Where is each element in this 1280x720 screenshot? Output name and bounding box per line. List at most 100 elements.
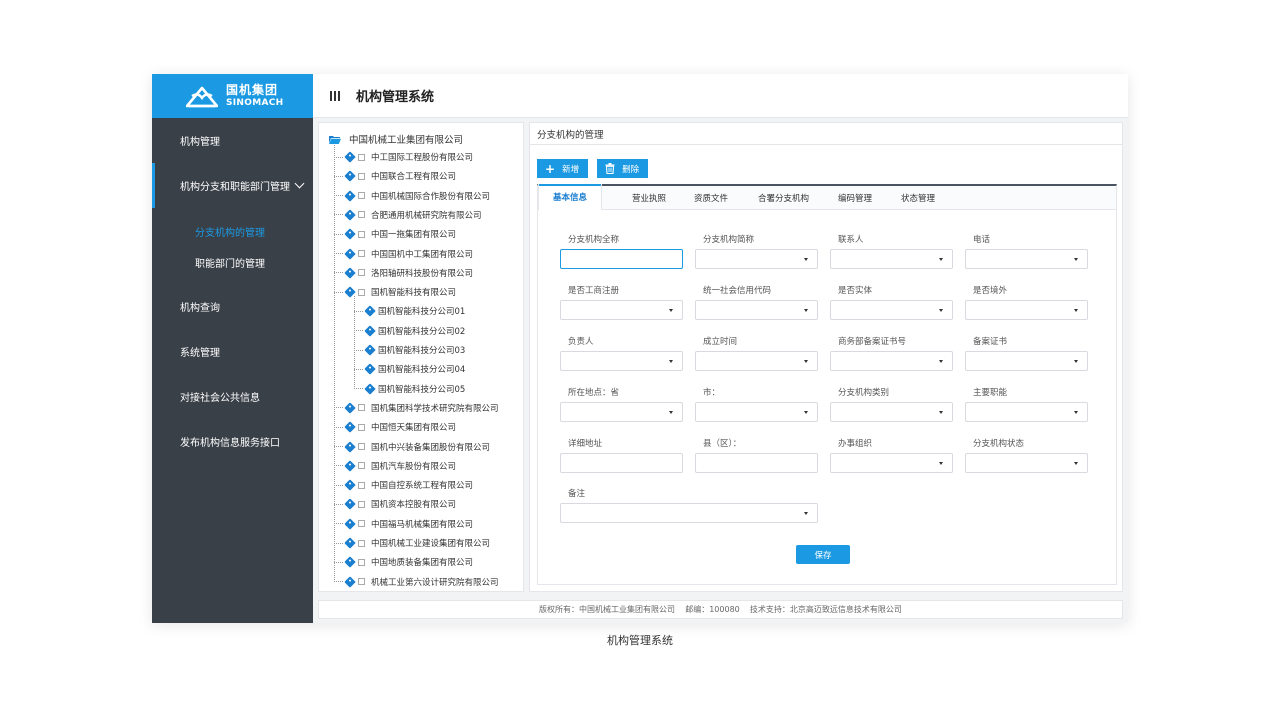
tree-node[interactable]: 国机中兴装备集团股份有限公司 (334, 439, 490, 455)
select-dropdown[interactable] (560, 503, 818, 523)
menu-toggle-icon[interactable] (330, 90, 340, 101)
node-checkbox[interactable] (358, 423, 365, 431)
sidebar-item-label: 发布机构信息服务接口 (180, 438, 280, 449)
sidebar-item-org-query[interactable]: 机构查询 (152, 284, 313, 329)
node-checkbox[interactable] (358, 443, 365, 450)
select-dropdown[interactable] (830, 300, 953, 320)
field-label: 联系人 (838, 235, 864, 245)
select-dropdown[interactable] (560, 402, 683, 422)
node-checkbox[interactable] (358, 520, 365, 528)
tab-code-management[interactable]: 编码管理 (838, 186, 872, 210)
tree-connector (334, 523, 343, 525)
tree-node[interactable]: 国机汽车股份有限公司 (334, 458, 456, 474)
tree-connector (334, 503, 343, 505)
delete-button[interactable]: 删除 (597, 159, 649, 178)
node-checkbox[interactable] (358, 192, 365, 200)
text-input[interactable] (560, 249, 683, 269)
node-checkbox[interactable] (358, 288, 365, 296)
select-dropdown[interactable] (965, 300, 1088, 320)
node-checkbox[interactable] (358, 230, 365, 238)
tree-node[interactable]: 国机智能科技有限公司 (334, 284, 456, 300)
node-checkbox[interactable] (358, 172, 365, 180)
select-dropdown[interactable] (695, 300, 818, 320)
tree-node[interactable]: 中国自控系统工程有限公司 (334, 477, 473, 493)
node-checkbox[interactable] (358, 269, 365, 277)
select-dropdown[interactable] (695, 351, 818, 371)
tab-qualification-docs[interactable]: 资质文件 (694, 186, 728, 210)
tree-node[interactable]: 中国机械工业建设集团有限公司 (334, 535, 490, 551)
node-checkbox[interactable] (358, 500, 365, 508)
tag-icon (344, 267, 356, 279)
sidebar-item-publish-api[interactable]: 发布机构信息服务接口 (152, 419, 313, 464)
select-dropdown[interactable] (695, 402, 818, 422)
node-checkbox[interactable] (358, 404, 365, 412)
node-checkbox[interactable] (358, 578, 365, 586)
select-dropdown[interactable] (830, 453, 953, 473)
select-dropdown[interactable] (830, 351, 953, 371)
node-checkbox[interactable] (358, 211, 365, 219)
tab-basic-info[interactable]: 基本信息 (538, 184, 602, 210)
tree-node[interactable]: 国机资本控股有限公司 (334, 496, 456, 512)
node-checkbox[interactable] (358, 462, 365, 470)
tab-label: 状态管理 (901, 194, 936, 204)
toolbar: + 新增 删除 (537, 159, 649, 178)
tree-node[interactable]: 国机集团科学技术研究院有限公司 (334, 400, 499, 416)
tree-node[interactable]: 中国福马机械集团有限公司 (334, 516, 473, 532)
tag-icon (344, 421, 356, 433)
sidebar-subitem-branch-management[interactable]: 分支机构的管理 (152, 216, 313, 247)
tree-node[interactable]: 中国国机中工集团有限公司 (334, 246, 473, 262)
tab-status-management[interactable]: 状态管理 (901, 186, 935, 210)
tree-node[interactable]: 中国地质装备集团有限公司 (334, 554, 473, 570)
node-checkbox[interactable] (358, 481, 365, 489)
tree-node[interactable]: 合肥通用机械研究院有限公司 (334, 207, 482, 223)
tree-child-node[interactable]: 国机智能科技分公司05 (354, 381, 465, 397)
tree-node-label: 国机智能科技分公司04 (378, 365, 466, 376)
delete-button-label: 删除 (622, 164, 640, 175)
tree-connector (334, 233, 343, 235)
tree-child-node[interactable]: 国机智能科技分公司03 (354, 342, 465, 358)
tab-joint-branches[interactable]: 合署分支机构 (758, 186, 809, 210)
node-checkbox[interactable] (358, 250, 365, 257)
tree-node[interactable]: 中国联合工程有限公司 (334, 168, 456, 184)
select-dropdown[interactable] (695, 249, 818, 269)
sidebar-subitem-dept-management[interactable]: 职能部门的管理 (152, 247, 313, 278)
field-label: 所在地点：省 (568, 388, 620, 398)
text-input[interactable] (560, 453, 683, 473)
select-dropdown[interactable] (560, 351, 683, 371)
select-dropdown[interactable] (965, 402, 1088, 422)
tree-node[interactable]: 中国机械国际合作股份有限公司 (334, 188, 490, 204)
tree-node[interactable]: 机械工业第六设计研究院有限公司 (334, 574, 499, 590)
sidebar-item-label: 机构分支和职能部门管理 (180, 182, 290, 193)
tree-child-node[interactable]: 国机智能科技分公司02 (354, 323, 465, 339)
tree-connector (334, 561, 343, 563)
tab-business-license[interactable]: 营业执照 (632, 186, 666, 210)
sidebar-item-system-management[interactable]: 系统管理 (152, 329, 313, 374)
tree-connector (334, 426, 343, 428)
select-dropdown[interactable] (830, 402, 953, 422)
tree-node[interactable]: 中国一拖集团有限公司 (334, 226, 456, 242)
tree-child-node[interactable]: 国机智能科技分公司04 (354, 361, 465, 377)
tree-guide-line (354, 296, 355, 389)
sidebar-item-public-info[interactable]: 对接社会公共信息 (152, 374, 313, 419)
tag-icon (364, 382, 376, 395)
select-dropdown[interactable] (965, 249, 1088, 269)
node-checkbox[interactable] (358, 539, 365, 547)
save-button[interactable]: 保存 (796, 545, 850, 564)
tree-node-label: 国机智能科技分公司02 (378, 326, 466, 337)
sidebar-item-org-management[interactable]: 机构管理 (152, 118, 313, 163)
sidebar-item-branch-dept-management[interactable]: 机构分支和职能部门管理 (152, 163, 313, 208)
add-button[interactable]: + 新增 (537, 159, 589, 178)
select-dropdown[interactable] (830, 249, 953, 269)
tree-node-label: 国机智能科技分公司05 (378, 384, 466, 395)
select-dropdown[interactable] (965, 453, 1088, 473)
text-input[interactable] (695, 453, 818, 473)
select-dropdown[interactable] (965, 351, 1088, 371)
tree-node[interactable]: 中国恒天集团有限公司 (334, 419, 456, 435)
tree-node[interactable]: 洛阳轴研科技股份有限公司 (334, 265, 473, 281)
node-checkbox[interactable] (358, 558, 365, 566)
tree-child-node[interactable]: 国机智能科技分公司01 (354, 303, 465, 319)
select-dropdown[interactable] (560, 300, 683, 320)
tab-label: 营业执照 (632, 194, 667, 204)
node-checkbox[interactable] (358, 153, 365, 161)
tree-node[interactable]: 中工国际工程股份有限公司 (334, 149, 473, 165)
